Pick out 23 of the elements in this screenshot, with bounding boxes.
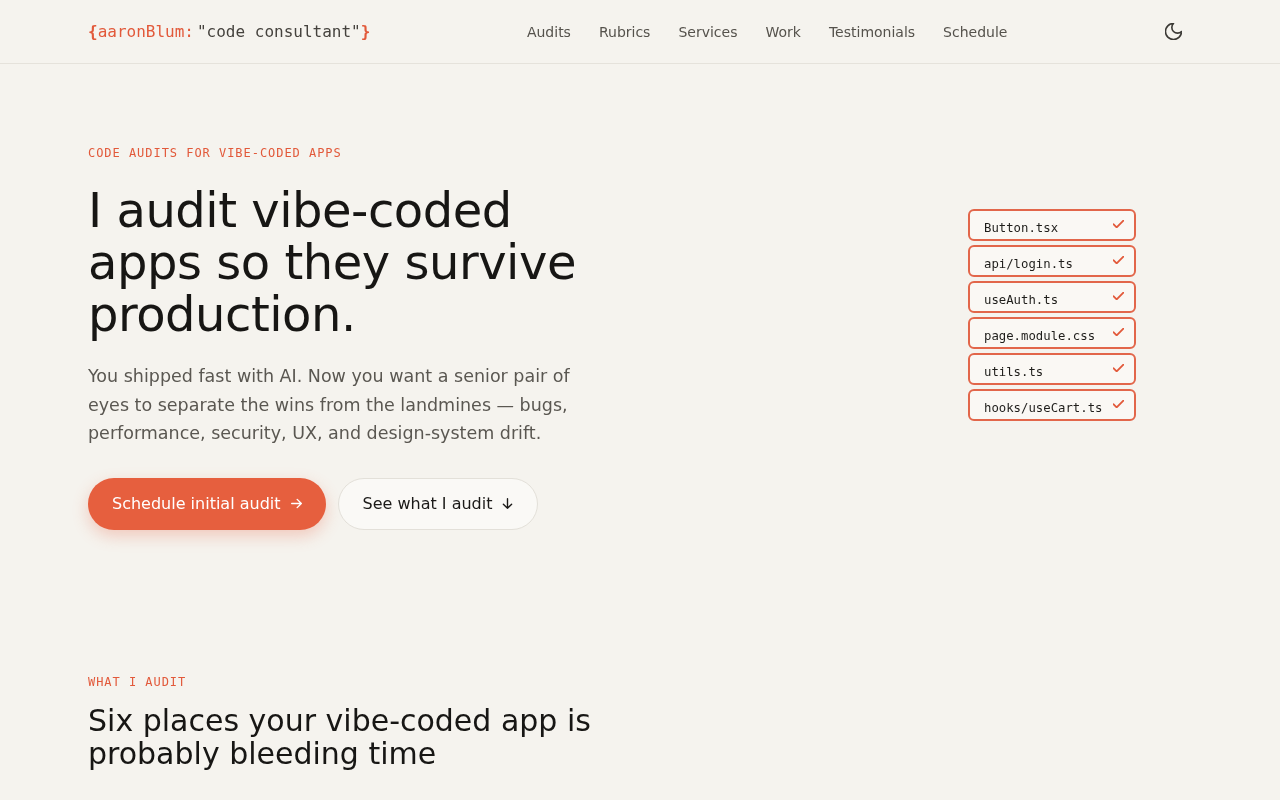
nav-link[interactable]: Services xyxy=(678,21,738,42)
hero-heading: I audit vibe-coded apps so they survive production. xyxy=(88,184,577,340)
arrow-right-icon xyxy=(290,498,302,509)
see-audit-button[interactable]: See what I audit xyxy=(337,477,539,530)
eyebrow-label: CODE AUDITS FOR VIBE-CODED APPS xyxy=(88,145,343,161)
nav-link[interactable]: Rubrics xyxy=(598,21,651,42)
file-name: Button.tsx xyxy=(984,219,1059,236)
nav-link[interactable]: Work xyxy=(765,21,801,42)
nav-link[interactable]: Audits xyxy=(526,21,571,42)
section-heading: Six places your vibe-coded app is probably bleeding time xyxy=(88,703,592,770)
file-name: page.module.css xyxy=(984,327,1096,344)
eyebrow-label: WHAT I AUDIT xyxy=(88,673,188,690)
moon-icon xyxy=(1165,23,1183,40)
file-name: useAuth.ts xyxy=(984,291,1059,308)
theme-toggle-button[interactable] xyxy=(1164,21,1184,42)
arrow-down-icon xyxy=(502,498,514,509)
nav-link[interactable]: Testimonials xyxy=(828,21,916,42)
file-name: hooks/useCart.ts xyxy=(984,399,1103,416)
file-name: utils.ts xyxy=(984,363,1044,380)
hero-paragraph: You shipped fast with AI. Now you want a senior pair of eyes to separate the wins from the landmines — bugs, performance, security, UX, and design-system drift. xyxy=(88,365,571,445)
nav-link[interactable]: Schedule xyxy=(943,21,1008,42)
logo-link[interactable]: {aaronBlum: "code consultant"} xyxy=(88,21,371,42)
file-name: api/login.ts xyxy=(984,255,1073,272)
